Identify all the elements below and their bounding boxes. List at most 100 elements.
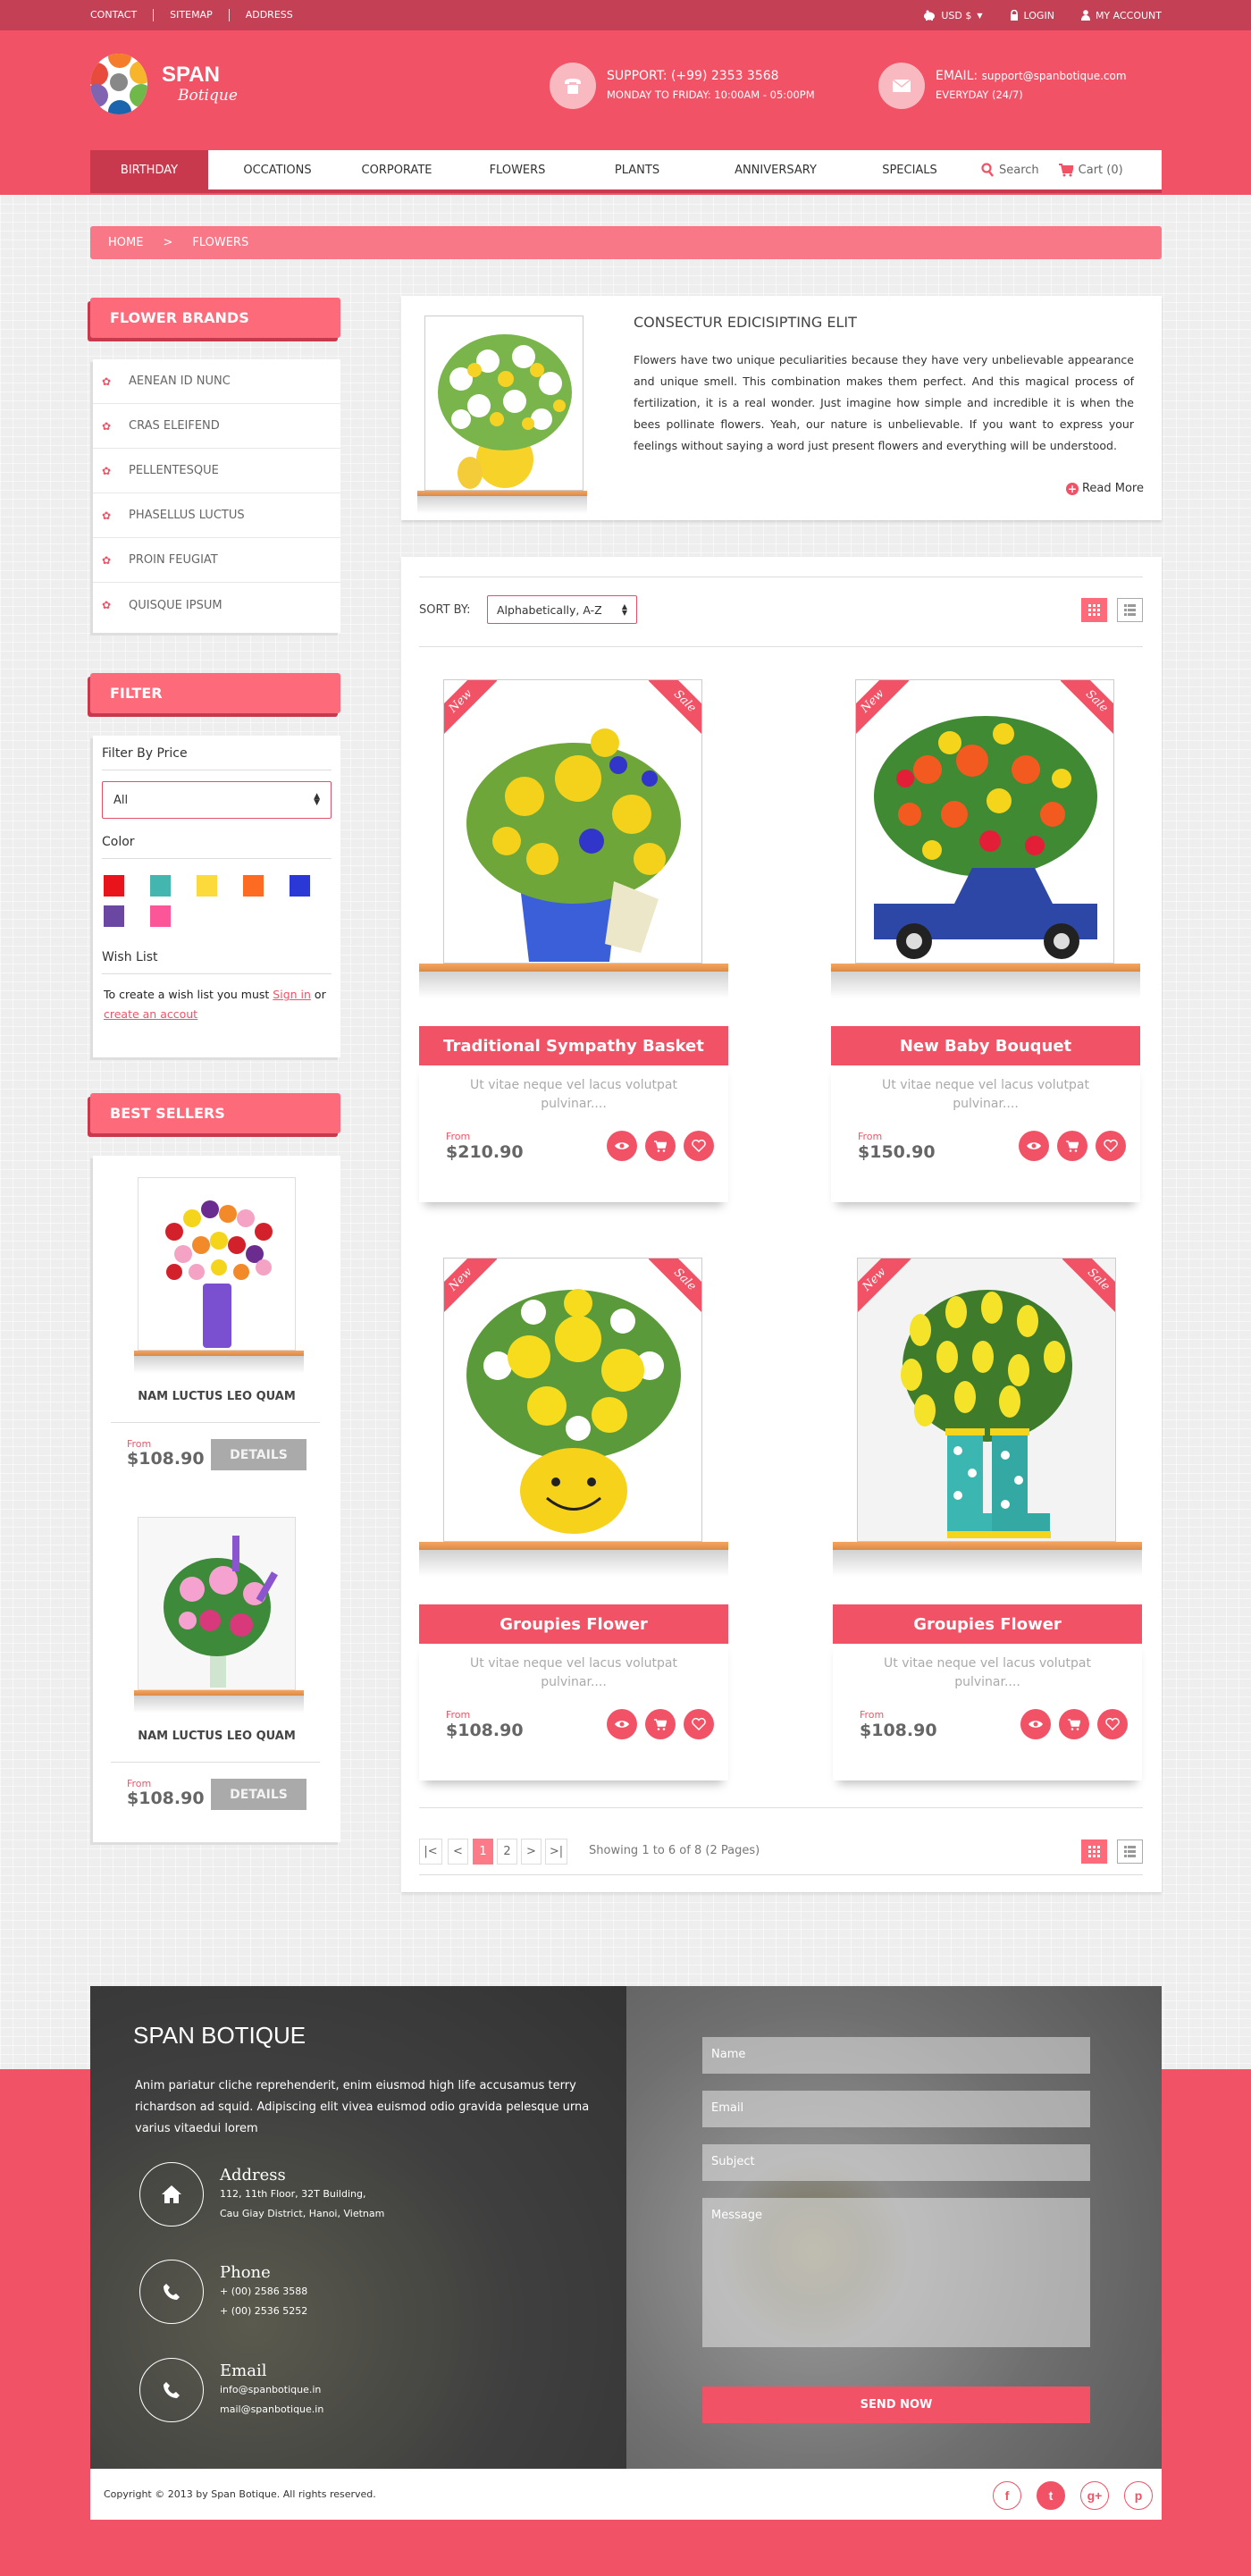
nav-item-plants[interactable]: PLANTS [588,150,686,189]
nav-item-occations[interactable]: OCCATIONS [208,150,347,189]
wishlist-button[interactable] [684,1131,714,1161]
heart-icon [1104,1140,1118,1152]
cart-icon [1068,1718,1080,1730]
product-title[interactable]: Groupies Flower [419,1604,728,1644]
name-input[interactable]: Name [702,2037,1090,2074]
list-view-button[interactable] [1117,1839,1143,1864]
category-intro-card: CONSECTUR EDICISIPTING ELIT Flowers have… [401,296,1162,520]
product-image[interactable] [138,1177,296,1351]
flower-bullet-icon: ✿ [102,553,112,567]
list-view-button[interactable] [1117,598,1143,622]
brand-item[interactable]: ✿ PELLENTESQUE [93,449,340,493]
brand-item[interactable]: ✿ AENEAN ID NUNC [93,359,340,404]
nav-item-specials[interactable]: SPECIALS [865,150,954,189]
search-button[interactable]: Search [981,163,1039,177]
message-textarea[interactable]: Message [702,2198,1090,2347]
product-image[interactable]: New Sale [857,1258,1116,1542]
best-seller-name[interactable]: NAM LUCTUS LEO QUAM [93,1390,340,1403]
details-button[interactable]: DETAILS [211,1779,306,1810]
grid-view-button[interactable] [1081,598,1107,622]
nav-item-flowers[interactable]: FLOWERS [447,150,588,189]
pagination-page-1[interactable]: 1 [473,1839,493,1865]
grid-view-button[interactable] [1081,1839,1107,1864]
pagination-next[interactable]: > [521,1839,542,1865]
twitter-icon[interactable]: t [1037,2481,1065,2510]
facebook-icon[interactable]: f [993,2481,1021,2510]
send-now-button[interactable]: SEND NOW [702,2387,1090,2423]
product-image[interactable] [138,1517,296,1690]
logo[interactable]: SPAN Botique [90,54,238,114]
login-link[interactable]: LOGIN [1010,10,1054,21]
quick-view-button[interactable] [1019,1131,1049,1161]
my-account-link[interactable]: MY ACCOUNT [1080,10,1162,21]
read-more-link[interactable]: + Read More [1065,482,1144,495]
quick-view-button[interactable] [607,1131,637,1161]
product-title[interactable]: Groupies Flower [833,1604,1142,1644]
email-line[interactable]: info@spanbotique.in [220,2380,323,2400]
nav-item-birthday[interactable]: BIRTHDAY [90,150,208,189]
create-account-link[interactable]: create an accout [104,1007,197,1021]
wishlist-button[interactable] [1097,1709,1128,1739]
pagination-first[interactable]: |< [419,1839,442,1865]
add-to-cart-button[interactable] [1059,1709,1089,1739]
nav-item-anniversary[interactable]: ANNIVERSARY [686,150,865,189]
best-seller-name[interactable]: NAM LUCTUS LEO QUAM [93,1730,340,1743]
product-title[interactable]: New Baby Bouquet [831,1026,1140,1065]
quick-view-button[interactable] [607,1709,637,1739]
lock-icon [1010,10,1018,21]
topbar-link-contact[interactable]: CONTACT [90,9,153,21]
color-swatch-blue[interactable] [290,875,310,897]
wishlist-button[interactable] [1096,1131,1126,1161]
email-heading: Email [220,2361,267,2380]
brand-item[interactable]: ✿ PHASELLUS LUCTUS [93,493,340,538]
flower-bullet-icon: ✿ [102,599,112,611]
details-button[interactable]: DETAILS [211,1439,306,1470]
cart-button[interactable]: Cart (0) [1058,163,1123,177]
add-to-cart-button[interactable] [645,1709,676,1739]
phone-icon [164,2284,180,2300]
product-title[interactable]: Traditional Sympathy Basket [419,1026,728,1065]
price-filter-select[interactable]: All ▲ ▼ [102,781,332,819]
email-value[interactable]: support@spanbotique.com [982,70,1127,82]
sort-select[interactable]: Alphabetically, A-Z ▲ ▼ [487,595,637,624]
email-input[interactable]: Email [702,2091,1090,2127]
add-to-cart-button[interactable] [645,1131,676,1161]
pagination-prev[interactable]: < [448,1839,468,1865]
brand-item[interactable]: ✿ PROIN FEUGIAT [93,538,340,583]
login-label: LOGIN [1023,9,1054,21]
wishlist-button[interactable] [684,1709,714,1739]
add-to-cart-button[interactable] [1057,1131,1087,1161]
product-image[interactable]: New Sale [855,679,1114,964]
google-plus-icon[interactable]: g+ [1080,2481,1109,2510]
grid-icon [1088,604,1100,616]
email-line[interactable]: mail@spanbotique.in [220,2400,323,2420]
pagination-page-2[interactable]: 2 [497,1839,517,1865]
product-image[interactable]: New Sale [443,1258,702,1542]
color-swatch-orange[interactable] [243,875,264,897]
quick-view-button[interactable] [1020,1709,1051,1739]
topbar-link-address[interactable]: ADDRESS [228,9,309,21]
sign-in-link[interactable]: Sign in [273,988,311,1001]
color-swatch-red[interactable] [104,875,124,897]
pinterest-icon[interactable]: p [1124,2481,1153,2510]
currency-selector[interactable]: USD $ ▼ [923,10,983,21]
footer-title: SPAN BOTIQUE [133,2022,306,2049]
topbar-link-sitemap[interactable]: SITEMAP [153,9,229,21]
pagination-last[interactable]: >| [545,1839,567,1865]
color-swatch-teal[interactable] [150,875,171,897]
product-image[interactable]: New Sale [443,679,702,964]
color-swatch-yellow[interactable] [197,875,217,897]
color-swatch-purple[interactable] [104,905,124,927]
subject-input[interactable]: Subject [702,2144,1090,2181]
pagination-summary: Showing 1 to 6 of 8 (2 Pages) [589,1844,760,1857]
breadcrumb-home[interactable]: HOME [108,236,143,249]
cart-icon [1066,1140,1079,1152]
brand-item[interactable]: ✿ QUISQUE IPSUM [93,583,340,627]
brand-item[interactable]: ✿ CRAS ELEIFEND [93,404,340,449]
flower-brands-list: ✿ AENEAN ID NUNC ✿ CRAS ELEIFEND ✿ PELLENTE… [93,359,340,633]
color-swatch-pink[interactable] [150,905,171,927]
nav-item-corporate[interactable]: CORPORATE [347,150,447,189]
product-description: Ut vitae neque vel lacus volutpat pulvin… [882,1078,1089,1111]
price-from-label: From [858,1131,883,1142]
product-listing-card: SORT BY: Alphabetically, A-Z ▲ ▼ New Sale… [401,557,1162,1892]
